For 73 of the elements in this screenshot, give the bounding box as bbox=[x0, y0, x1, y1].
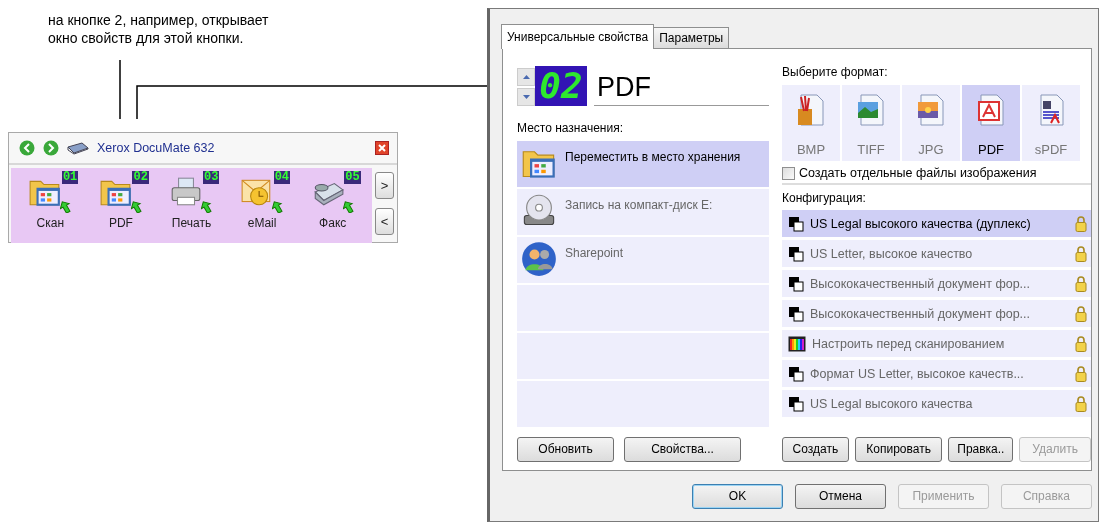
overlapping-squares-icon bbox=[788, 395, 804, 412]
up-triangle-icon bbox=[522, 75, 530, 79]
configuration-item[interactable]: Высококачественный документ фор... bbox=[782, 270, 1091, 297]
action-button[interactable]: Свойства... bbox=[624, 437, 741, 462]
caption-text: на кнопке 2, например, открывает окно свойств для этой кнопки. bbox=[48, 11, 270, 47]
toolbar-title: Xerox DocuMate 632 bbox=[97, 141, 216, 155]
forward-icon[interactable] bbox=[43, 140, 59, 156]
configuration-item[interactable]: Высококачественный документ фор... bbox=[782, 300, 1091, 327]
spin-down-button[interactable] bbox=[517, 88, 535, 106]
down-triangle-icon bbox=[522, 95, 530, 99]
scanner-icon bbox=[67, 141, 89, 155]
format-option[interactable]: JPG bbox=[902, 85, 960, 161]
section-label: Выберите формат: bbox=[782, 65, 889, 79]
dialog-button[interactable]: Отмена bbox=[795, 484, 886, 509]
sunset-image-icon bbox=[915, 93, 947, 127]
scan-destination-button[interactable]: 03 Печать bbox=[157, 168, 226, 243]
format-option[interactable]: PDF bbox=[962, 85, 1020, 161]
padlock-icon bbox=[1075, 365, 1087, 382]
scan-destination-button[interactable]: 04 eMail bbox=[228, 168, 297, 243]
back-icon[interactable] bbox=[19, 140, 35, 156]
section-label: Место назначения: bbox=[517, 121, 624, 135]
checkbox[interactable] bbox=[782, 166, 795, 180]
padlock-icon bbox=[1075, 245, 1087, 262]
format-option[interactable]: sPDF bbox=[1022, 85, 1080, 161]
destination-item[interactable]: Запись на компакт-диск E: bbox=[517, 189, 769, 235]
tab[interactable]: Универсальные свойства bbox=[501, 24, 655, 49]
overlapping-squares-icon bbox=[788, 275, 804, 292]
scroll-button[interactable]: < bbox=[375, 208, 394, 235]
button-number: 04 bbox=[273, 171, 291, 184]
configuration-item[interactable]: US Legal высокого качества (дуплекс) bbox=[782, 210, 1091, 237]
button-number: 01 bbox=[61, 171, 79, 184]
spin-up-button[interactable] bbox=[517, 68, 535, 86]
button-name-field[interactable]: PDF bbox=[594, 69, 769, 106]
format-option[interactable]: TIFF bbox=[842, 85, 900, 161]
format-option[interactable]: BMP bbox=[782, 85, 840, 161]
scan-destination-button[interactable]: 01 Скан bbox=[16, 168, 85, 243]
dialog-button[interactable]: OK bbox=[692, 484, 783, 509]
padlock-icon bbox=[1075, 395, 1087, 412]
configuration-item[interactable]: US Letter, высокое качество bbox=[782, 240, 1091, 267]
configuration-item[interactable]: Формат US Letter, высокое качеств... bbox=[782, 360, 1091, 387]
checkbox-label: Создать отдельные файлы изображения bbox=[799, 166, 1037, 180]
scan-destination-button[interactable]: 02 PDF bbox=[86, 168, 155, 243]
paint-brushes-icon bbox=[795, 93, 827, 127]
overlapping-squares-icon bbox=[788, 215, 804, 232]
action-button[interactable]: Правка.. bbox=[948, 437, 1014, 462]
padlock-icon bbox=[1075, 335, 1087, 352]
button-number-display: 02 bbox=[535, 66, 587, 106]
pdf-document-icon bbox=[975, 93, 1007, 127]
action-button[interactable]: Обновить bbox=[517, 437, 614, 462]
action-button[interactable]: Создать bbox=[782, 437, 849, 462]
destination-item[interactable]: Переместить в место хранения bbox=[517, 141, 769, 187]
button-number: 02 bbox=[132, 171, 149, 184]
people-icon bbox=[521, 241, 557, 277]
close-icon[interactable] bbox=[375, 141, 389, 155]
action-button[interactable]: Копировать bbox=[854, 437, 943, 462]
configuration-item[interactable]: US Legal высокого качества bbox=[782, 390, 1091, 417]
destination-item[interactable]: Sharepoint bbox=[517, 237, 769, 283]
overlapping-squares-icon bbox=[788, 365, 804, 382]
padlock-icon bbox=[1075, 215, 1087, 232]
configuration-item[interactable]: Настроить перед сканированием bbox=[782, 330, 1091, 357]
button-number: 05 bbox=[344, 171, 361, 184]
color-bars-icon bbox=[788, 335, 806, 352]
scan-destination-button[interactable]: 05 Факс bbox=[298, 168, 367, 243]
overlapping-squares-icon bbox=[788, 305, 804, 322]
scroll-button[interactable]: > bbox=[375, 172, 394, 199]
leader-line bbox=[119, 59, 121, 120]
button-number: 03 bbox=[203, 171, 220, 184]
padlock-icon bbox=[1075, 275, 1087, 292]
section-label: Конфигурация: bbox=[782, 191, 867, 205]
overlapping-squares-icon bbox=[788, 245, 804, 262]
tab[interactable]: Параметры bbox=[653, 27, 730, 48]
padlock-icon bbox=[1075, 305, 1087, 322]
landscape-image-icon bbox=[855, 93, 887, 127]
